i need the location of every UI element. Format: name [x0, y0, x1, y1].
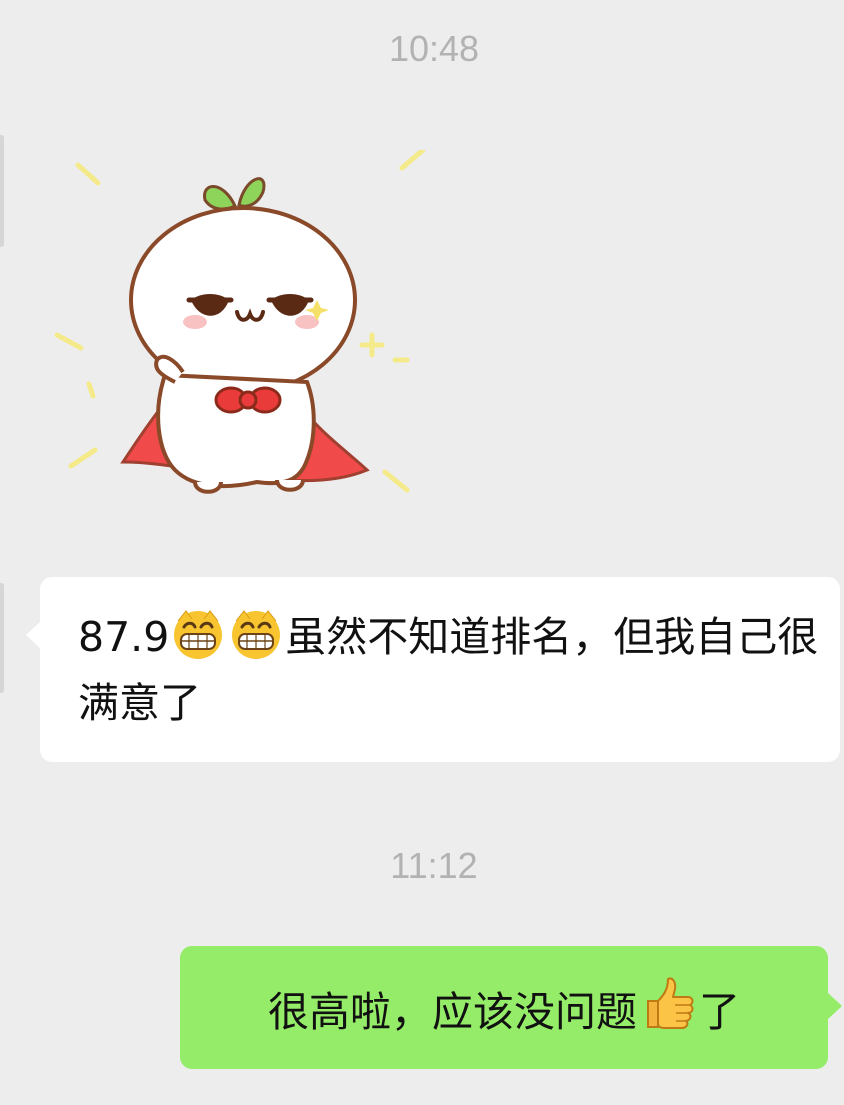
sent-message-bubble[interactable]: 很高啦，应该没问题 了 [180, 946, 842, 1069]
sent-message-text-end: 了 [699, 987, 740, 1036]
received-message-bubble[interactable]: 87.9 虽然不知道排名，但我自己很满意了 [26, 577, 840, 762]
grinning-face-icon [228, 607, 284, 674]
contact-avatar[interactable] [0, 583, 4, 693]
grinning-face-icon [170, 607, 226, 674]
thumbs-up-icon [638, 973, 698, 1043]
contact-avatar[interactable] [0, 135, 4, 247]
sent-message-text: 很高啦，应该没问题 [268, 987, 637, 1036]
timestamp: 10:48 [388, 28, 480, 69]
timestamp: 11:12 [390, 845, 478, 886]
score-text: 87.9 [78, 613, 170, 661]
sticker-image[interactable] [45, 147, 426, 510]
